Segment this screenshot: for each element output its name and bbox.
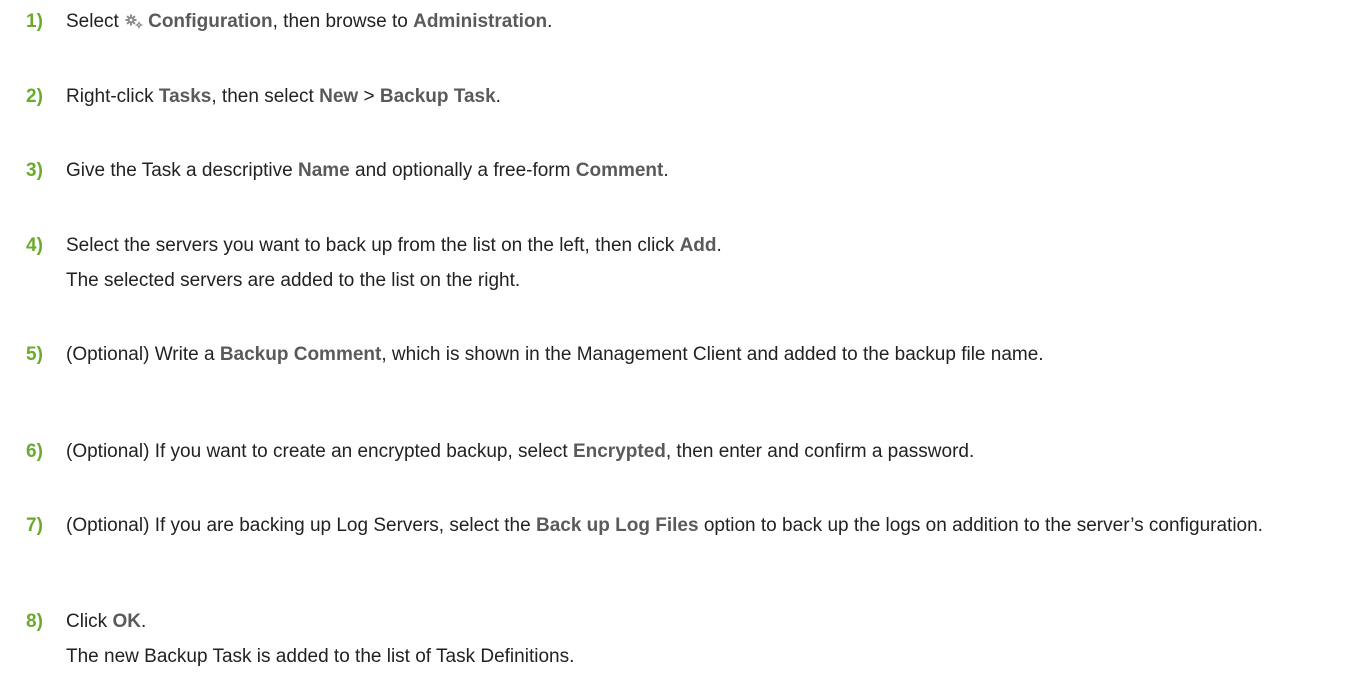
step-text: (Optional) If you are backing up Log Ser… <box>66 515 1263 536</box>
step-result: The new Backup Task is added to the list… <box>66 646 575 667</box>
ui-term-add: Add <box>679 235 717 256</box>
ui-term-administration: Administration <box>413 11 548 32</box>
step-number: 7) <box>26 515 43 536</box>
gear-icon <box>125 14 143 29</box>
ui-term-ok: OK <box>112 611 141 632</box>
step-text: Select Configuration, then browse to Adm… <box>66 11 553 32</box>
ui-term-backup-task: Backup Task <box>379 86 496 107</box>
ui-term-backup-comment: Backup Comment <box>219 344 382 365</box>
ui-term-encrypted: Encrypted <box>572 441 666 462</box>
step-text: (Optional) If you want to create an encr… <box>66 441 975 462</box>
ui-term-name: Name <box>297 160 350 181</box>
ui-term-back-up-log-files: Back up Log Files <box>535 515 699 536</box>
step-number: 3) <box>26 160 43 181</box>
step-result: The selected servers are added to the li… <box>66 270 521 291</box>
ui-term-tasks: Tasks <box>158 86 212 107</box>
step-number: 1) <box>26 11 43 32</box>
step-text: (Optional) Write a Backup Comment, which… <box>66 344 1044 365</box>
ui-term-new: New <box>319 86 359 107</box>
step-number: 6) <box>26 441 43 462</box>
step-number: 4) <box>26 235 43 256</box>
ui-term-comment: Comment <box>575 160 664 181</box>
step-text: Give the Task a descriptive Name and opt… <box>66 160 669 181</box>
step-text: Click OK. The new Backup Task is added t… <box>66 609 1347 670</box>
step-text: Right-click Tasks, then select New > Bac… <box>66 86 501 107</box>
step-number: 2) <box>26 86 43 107</box>
step-text: Select the servers you want to back up f… <box>66 233 1347 294</box>
step-number: 8) <box>26 611 43 632</box>
step-number: 5) <box>26 344 43 365</box>
ui-term-configuration: Configuration <box>148 11 273 32</box>
